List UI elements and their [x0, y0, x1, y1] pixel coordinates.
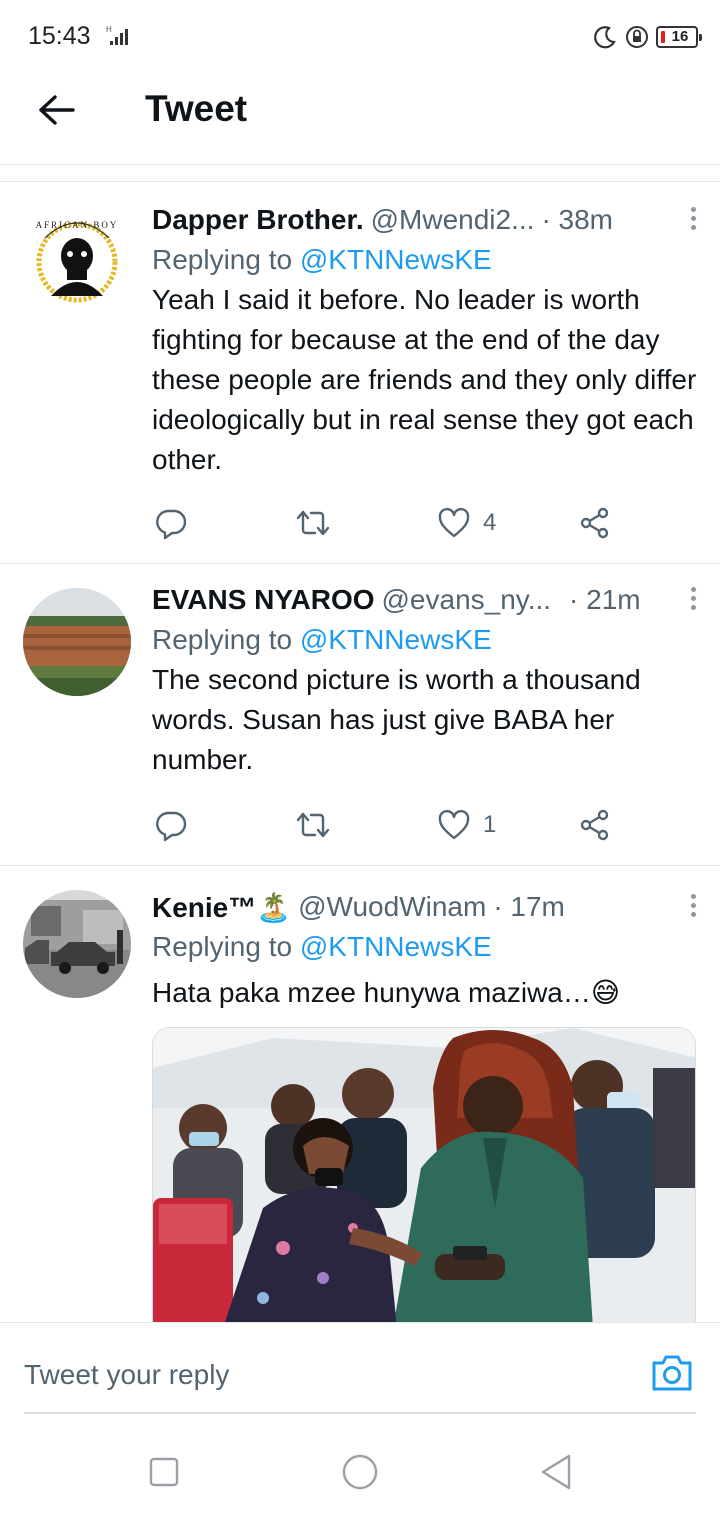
- retweet-icon: [296, 510, 330, 536]
- mention-link[interactable]: @KTNNewsKE: [300, 244, 492, 275]
- page-title: Tweet: [145, 88, 248, 129]
- replying-to: Replying to @KTNNewsKE: [152, 620, 698, 660]
- app-header: Tweet: [0, 70, 720, 165]
- more-options-icon[interactable]: [688, 584, 698, 614]
- svg-text:AFRICAN BOY: AFRICAN BOY: [36, 220, 119, 230]
- more-options-icon[interactable]: [688, 204, 698, 234]
- reply-divider: [24, 1412, 696, 1414]
- system-nav-bar: [0, 1420, 720, 1520]
- reply-composer: Tweet your reply: [0, 1322, 720, 1414]
- replying-to: Replying to @KTNNewsKE: [152, 927, 698, 967]
- author-name[interactable]: Kenie™🏝️: [152, 891, 291, 924]
- reply-button[interactable]: [154, 805, 188, 845]
- avatar-vintage-car-image: [23, 890, 131, 998]
- camera-button[interactable]: [650, 1353, 694, 1393]
- signal-icon: H: [106, 25, 128, 45]
- svg-text:H: H: [106, 25, 112, 34]
- avatar[interactable]: AFRICAN BOY: [23, 204, 131, 312]
- avatar-landscape-image: [23, 588, 131, 696]
- retweet-icon: [296, 812, 330, 838]
- tweet-time: · 21m: [569, 584, 641, 615]
- reply-icon: [156, 509, 187, 540]
- tweet-header: Dapper Brother. @Mwendi2... · 38m: [152, 200, 698, 240]
- african-boy-logo: AFRICAN BOY: [23, 204, 131, 312]
- share-icon: [580, 507, 609, 539]
- moon-icon: [594, 26, 616, 49]
- home-circle-icon: [342, 1454, 378, 1490]
- tweet-time: · 17m: [493, 891, 565, 922]
- reply-button[interactable]: [154, 503, 188, 543]
- more-options-icon[interactable]: [688, 891, 698, 921]
- avatar[interactable]: [23, 588, 131, 696]
- heart-icon: [438, 809, 470, 840]
- tweet-header: EVANS NYAROO @evans_ny... · 21m: [152, 580, 698, 620]
- author-handle[interactable]: @evans_ny...: [382, 584, 552, 616]
- avatar[interactable]: [23, 890, 131, 998]
- status-bar: 15:43 H 16: [0, 0, 720, 70]
- recents-button[interactable]: [142, 1450, 186, 1494]
- replying-to-label: Replying to: [152, 931, 300, 962]
- tweet-text: The second picture is worth a thousand w…: [152, 664, 641, 775]
- battery-icon: 16: [656, 26, 702, 48]
- header-divider: [0, 165, 720, 182]
- tweet-text: Yeah I said it before. No leader is wort…: [152, 284, 697, 475]
- reply-input[interactable]: Tweet your reply: [24, 1359, 229, 1391]
- retweet-button[interactable]: [294, 503, 332, 543]
- back-triangle-icon: [541, 1454, 571, 1490]
- mention-link[interactable]: @KTNNewsKE: [300, 931, 492, 962]
- camera-icon: [652, 1355, 692, 1391]
- author-handle[interactable]: @WuodWinam: [298, 891, 486, 923]
- tweet[interactable]: AFRICAN BOY Dapper Brother. @Mwendi2... …: [0, 183, 720, 564]
- tweet-media-image[interactable]: [152, 1027, 696, 1327]
- mention-link[interactable]: @KTNNewsKE: [300, 624, 492, 655]
- tweet-actions: 1: [152, 805, 632, 845]
- home-button[interactable]: [338, 1450, 382, 1494]
- retweet-button[interactable]: [294, 805, 332, 845]
- replying-to-label: Replying to: [152, 624, 300, 655]
- reply-icon: [156, 811, 187, 842]
- nav-back-button[interactable]: [534, 1450, 578, 1494]
- author-name[interactable]: Dapper Brother.: [152, 204, 364, 236]
- like-count: 1: [483, 811, 497, 838]
- like-count: 4: [483, 509, 497, 536]
- back-button[interactable]: [30, 90, 82, 130]
- lock-rotation-icon: [626, 26, 648, 48]
- tweet-time: · 38m: [541, 204, 614, 235]
- author-name[interactable]: EVANS NYAROO: [152, 584, 375, 616]
- like-button[interactable]: 1: [437, 805, 496, 845]
- tweet-text: Hata paka mzee hunywa maziwa…😅: [152, 977, 621, 1008]
- recents-square-icon: [149, 1457, 179, 1487]
- status-time: 15:43: [28, 22, 91, 50]
- status-icons: 16: [592, 22, 702, 52]
- photo-people-image: [153, 1028, 695, 1326]
- tweet-actions: 4: [152, 503, 632, 543]
- heart-icon: [438, 507, 470, 538]
- arrow-left-icon: [39, 95, 75, 125]
- replying-to: Replying to @KTNNewsKE: [152, 240, 698, 280]
- tweet[interactable]: EVANS NYAROO @evans_ny... · 21m Replying…: [0, 564, 720, 866]
- share-icon: [580, 809, 609, 841]
- author-handle[interactable]: @Mwendi2...: [371, 204, 535, 236]
- share-button[interactable]: [578, 503, 612, 543]
- share-button[interactable]: [578, 805, 612, 845]
- tweet-header: Kenie™🏝️ @WuodWinam · 17m: [152, 887, 698, 927]
- like-button[interactable]: 4: [437, 503, 496, 543]
- replying-to-label: Replying to: [152, 244, 300, 275]
